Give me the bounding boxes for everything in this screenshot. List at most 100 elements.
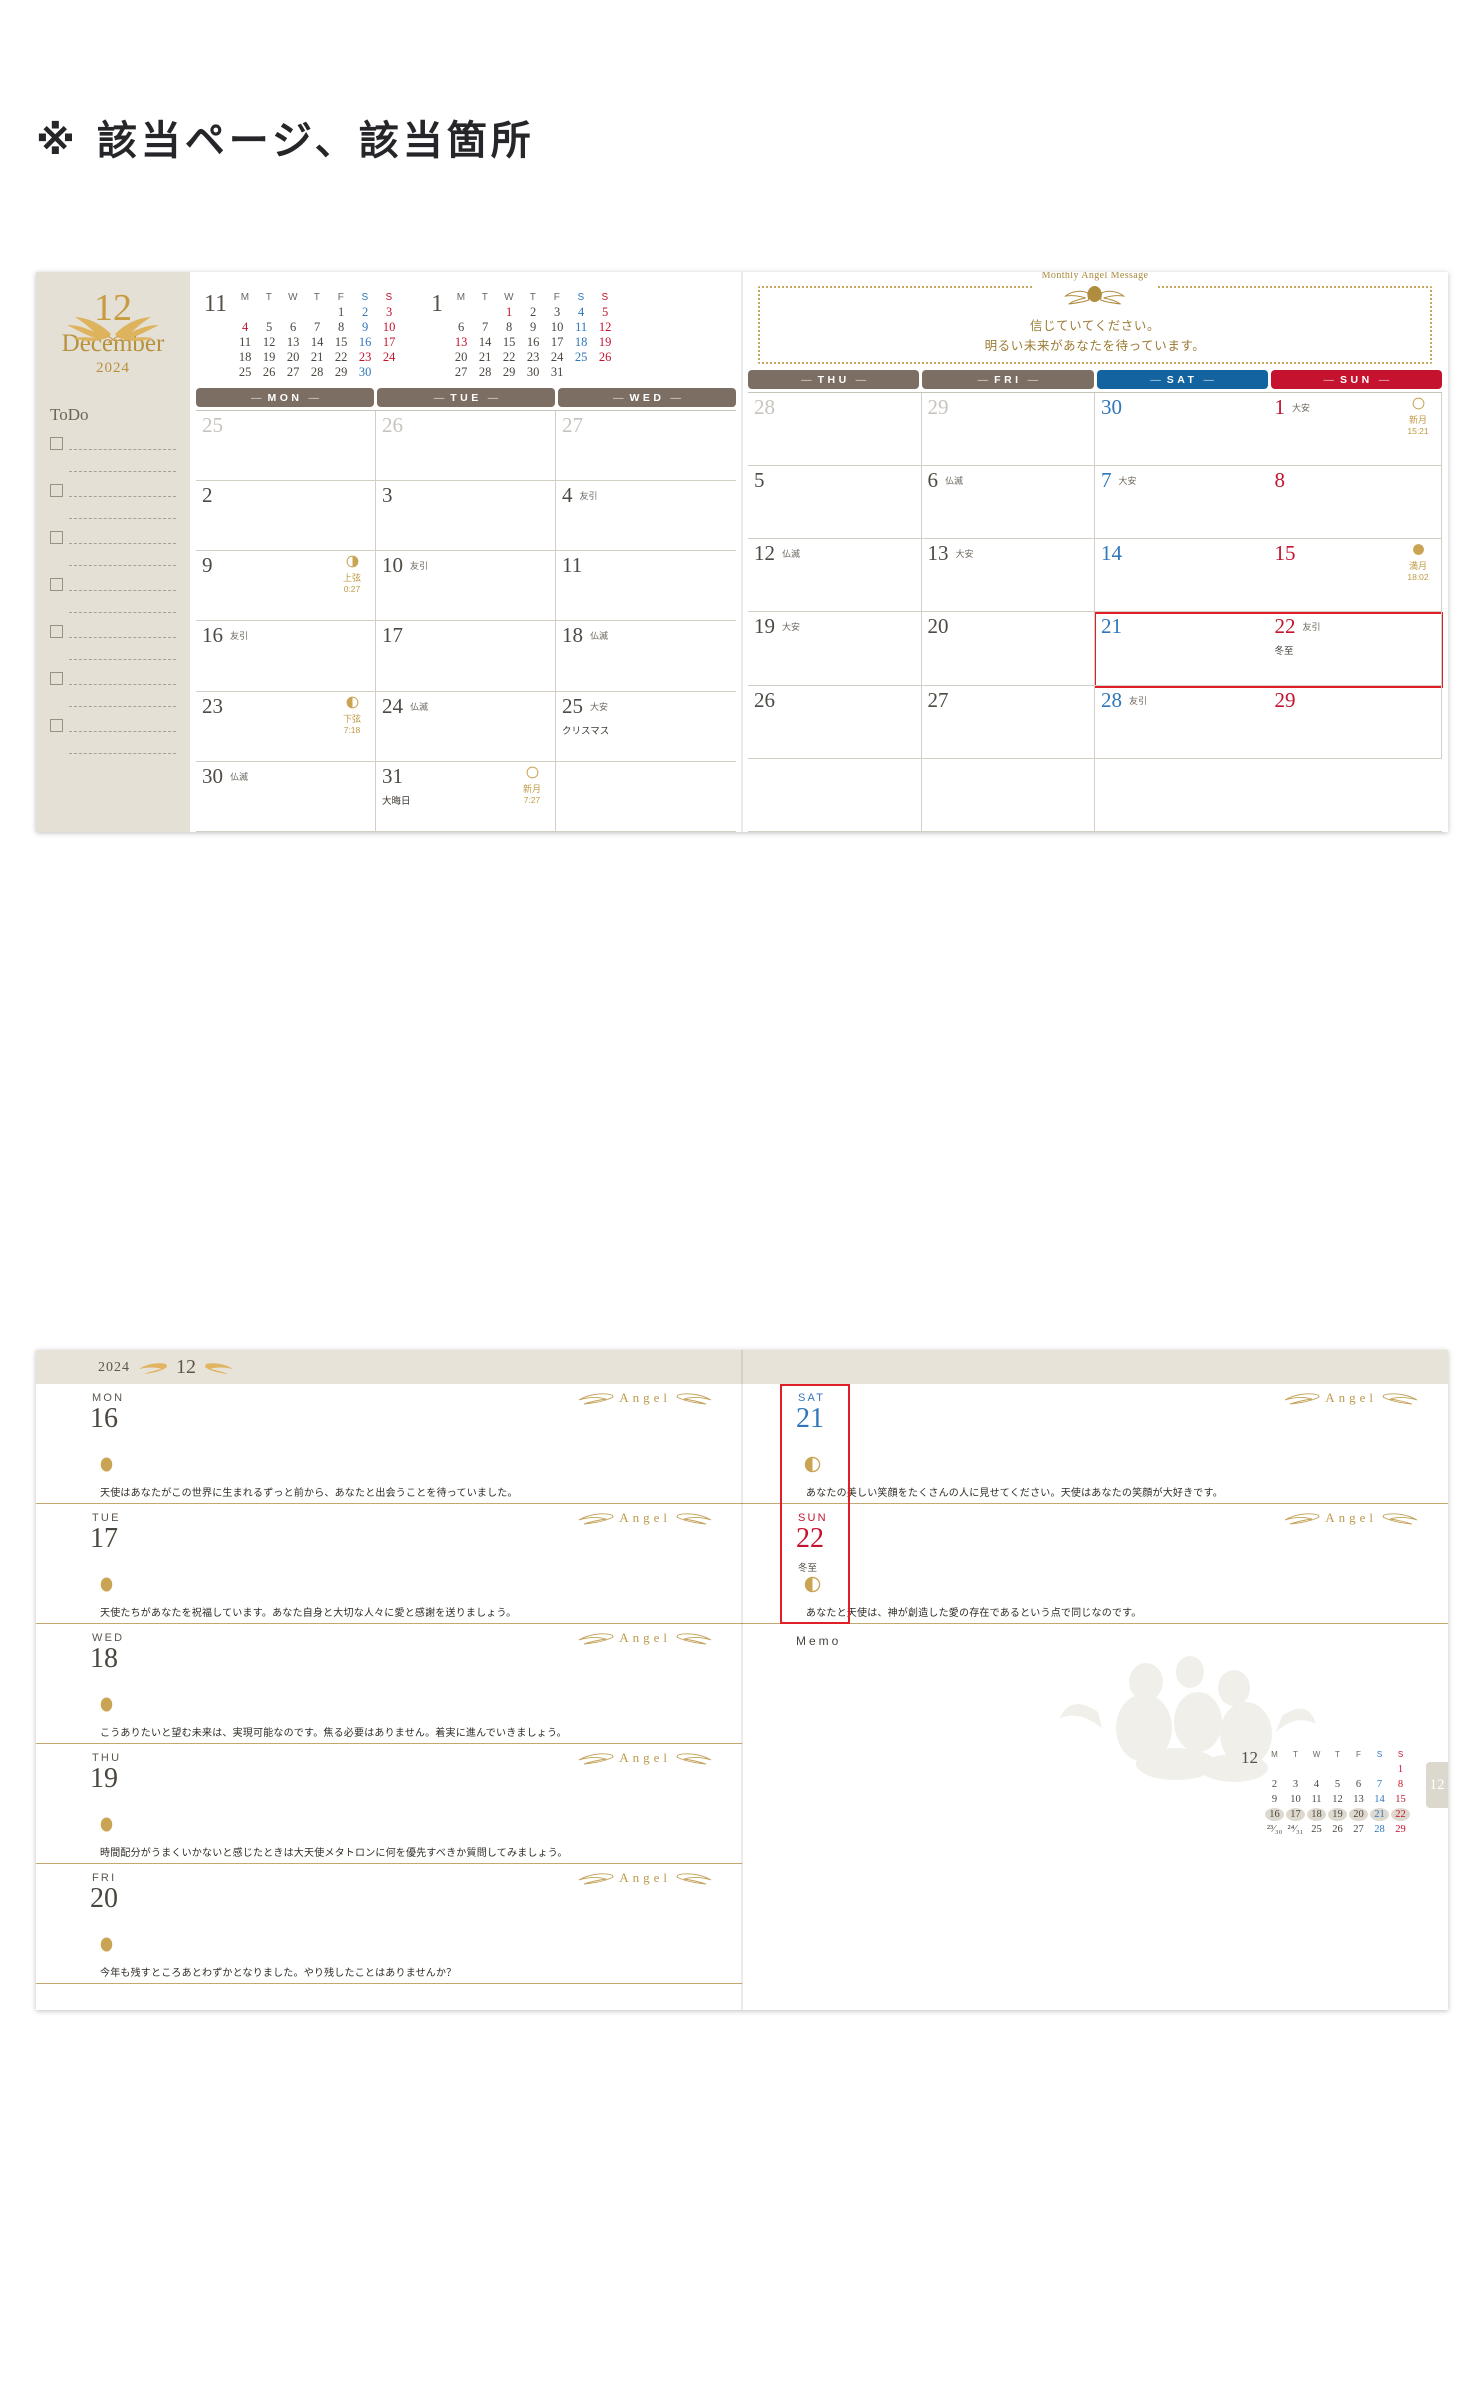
calendar-day-top[interactable]: 18 仏滅 bbox=[562, 625, 730, 647]
mini-day-9[interactable]: 9 bbox=[521, 320, 545, 335]
mini-day-18[interactable]: 18 bbox=[233, 350, 257, 365]
mini-day-14[interactable]: 14 bbox=[473, 335, 497, 350]
calendar-day-cell-empty[interactable] bbox=[556, 762, 736, 832]
mini-day-29[interactable]: 29 bbox=[497, 365, 521, 380]
calendar-day-top[interactable]: 11 bbox=[562, 555, 730, 577]
weekly-mini-day-15[interactable]: 15 bbox=[1391, 1793, 1410, 1806]
mini-day-12[interactable]: 12 bbox=[257, 335, 281, 350]
mini-calendar-month-label[interactable]: 1 bbox=[431, 290, 443, 316]
weekly-mini-day-28[interactable]: 28 bbox=[1370, 1823, 1389, 1836]
calendar-day-top[interactable]: 20 bbox=[928, 616, 1089, 638]
weekday-header-mon[interactable]: — MON — bbox=[196, 388, 374, 407]
mini-day-8[interactable]: 8 bbox=[329, 320, 353, 335]
calendar-day-top[interactable]: 6 仏滅 bbox=[928, 470, 1089, 492]
calendar-day-top[interactable]: 22 友引 bbox=[1275, 616, 1436, 638]
todo-checkbox[interactable] bbox=[50, 625, 63, 638]
calendar-day-top[interactable]: 30 bbox=[1101, 397, 1263, 419]
todo-item-continuation[interactable] bbox=[50, 650, 176, 660]
weekly-mini-day-17[interactable]: 17 bbox=[1286, 1808, 1305, 1821]
memo-section[interactable]: Memo 12 M T W T F S S 1 2 3 4 5 6 7 8 9 10 11 12 13 14 15 16 17 18… bbox=[742, 1624, 1448, 1846]
mini-day-26[interactable]: 26 bbox=[593, 350, 617, 365]
calendar-day-number[interactable]: 21 bbox=[1101, 614, 1122, 638]
calendar-day-number[interactable]: 10 bbox=[382, 553, 403, 577]
calendar-day-cell-21[interactable]: 21 bbox=[1095, 612, 1269, 686]
calendar-day-cell-18[interactable]: 18 仏滅 bbox=[556, 621, 736, 692]
mini-day-17[interactable]: 17 bbox=[377, 335, 401, 350]
weekly-mini-day-18[interactable]: 18 bbox=[1307, 1808, 1326, 1821]
calendar-day-cell-28[interactable]: 28 bbox=[748, 393, 922, 467]
angel-label[interactable]: Angel bbox=[1284, 1390, 1418, 1406]
weekly-mini-day-²⁴⁄₃₁[interactable]: ²⁴⁄₃₁ bbox=[1286, 1823, 1305, 1836]
calendar-day-cell-empty[interactable] bbox=[748, 758, 922, 832]
moon-phase-time[interactable]: 18:02 bbox=[1401, 572, 1435, 582]
rokuyo-label[interactable]: 友引 bbox=[410, 561, 428, 571]
mini-day-19[interactable]: 19 bbox=[257, 350, 281, 365]
todo-write-line[interactable] bbox=[69, 487, 176, 497]
mini-calendar-month-label[interactable]: 12 bbox=[1241, 1746, 1258, 1768]
weekly-mini-day-13[interactable]: 13 bbox=[1349, 1793, 1368, 1806]
calendar-day-number[interactable]: 14 bbox=[1101, 541, 1122, 565]
rokuyo-label[interactable]: 仏滅 bbox=[945, 476, 963, 486]
mini-day-11[interactable]: 11 bbox=[569, 320, 593, 335]
calendar-day-number[interactable]: 24 bbox=[382, 694, 403, 718]
calendar-day-top[interactable]: 27 bbox=[562, 415, 730, 437]
todo-item[interactable] bbox=[50, 484, 176, 497]
mini-day-7[interactable]: 7 bbox=[305, 320, 329, 335]
weekly-mini-day-9[interactable]: 9 bbox=[1265, 1793, 1284, 1806]
todo-checkbox[interactable] bbox=[50, 531, 63, 544]
moon-glyph[interactable] bbox=[335, 555, 369, 573]
weekly-mini-day-25[interactable]: 25 bbox=[1307, 1823, 1326, 1836]
todo-item-continuation[interactable] bbox=[50, 462, 176, 472]
weekday-header-tue[interactable]: — TUE — bbox=[377, 388, 555, 407]
weekly-mini-day-26[interactable]: 26 bbox=[1328, 1823, 1347, 1836]
weekly-mini-day-3[interactable]: 3 bbox=[1286, 1778, 1305, 1791]
moon-phase-time[interactable]: 0:27 bbox=[335, 584, 369, 594]
mini-day-16[interactable]: 16 bbox=[353, 335, 377, 350]
weekly-mini-day-8[interactable]: 8 bbox=[1391, 1778, 1410, 1791]
weekly-mini-day-14[interactable]: 14 bbox=[1370, 1793, 1389, 1806]
todo-item-continuation[interactable] bbox=[50, 603, 176, 613]
calendar-day-number[interactable]: 28 bbox=[754, 395, 775, 419]
calendar-day-cell-12[interactable]: 12 仏滅 bbox=[748, 539, 922, 613]
weekday-header-sat[interactable]: — SAT — bbox=[1096, 370, 1268, 389]
calendar-day-number[interactable]: 16 bbox=[202, 623, 223, 647]
calendar-day-top[interactable]: 13 大安 bbox=[928, 543, 1089, 565]
mini-day-15[interactable]: 15 bbox=[497, 335, 521, 350]
calendar-day-cell-empty[interactable] bbox=[1268, 759, 1442, 832]
calendar-day-top[interactable]: 14 bbox=[1101, 543, 1263, 565]
mini-day-3[interactable]: 3 bbox=[377, 305, 401, 320]
weekly-day-19[interactable]: THU 19 Angel 時間配分がうまくいかないと感じたときは大天使メタトロンに何を… bbox=[36, 1744, 742, 1864]
mini-day-13[interactable]: 13 bbox=[281, 335, 305, 350]
todo-checkbox[interactable] bbox=[50, 672, 63, 685]
calendar-day-cell-8[interactable]: 8 bbox=[1268, 466, 1442, 540]
mini-calendar-month-label[interactable]: 11 bbox=[204, 290, 227, 316]
mini-day-30[interactable]: 30 bbox=[521, 365, 545, 380]
calendar-day-number[interactable]: 8 bbox=[1275, 468, 1286, 492]
rokuyo-label[interactable]: 仏滅 bbox=[782, 549, 800, 559]
mini-day-31[interactable]: 31 bbox=[545, 365, 569, 380]
weekly-day-message[interactable]: 時間配分がうまくいかないと感じたときは大天使メタトロンに何を優先すべきか質問して… bbox=[100, 1844, 718, 1859]
mini-day-11[interactable]: 11 bbox=[233, 335, 257, 350]
calendar-day-cell-2[interactable]: 2 bbox=[196, 481, 376, 552]
weekly-day-message[interactable]: 今年も残すところあとわずかとなりました。やり残したことはありませんか？ bbox=[100, 1964, 718, 1979]
weekly-day-16[interactable]: MON 16 Angel 天使はあなたがこの世界に生まれるずっと前から、あなたと出会う… bbox=[36, 1384, 742, 1504]
todo-write-line[interactable] bbox=[69, 722, 176, 732]
mini-day-20[interactable]: 20 bbox=[449, 350, 473, 365]
todo-checkbox[interactable] bbox=[50, 484, 63, 497]
calendar-day-cell-25[interactable]: 25 大安 クリスマス bbox=[556, 692, 736, 762]
calendar-day-number[interactable]: 29 bbox=[928, 395, 949, 419]
calendar-day-cell-13[interactable]: 13 大安 bbox=[921, 539, 1095, 613]
todo-item-continuation[interactable] bbox=[50, 697, 176, 707]
mini-day-16[interactable]: 16 bbox=[521, 335, 545, 350]
todo-write-line[interactable] bbox=[69, 440, 176, 450]
calendar-day-cell-27[interactable]: 27 bbox=[556, 411, 736, 482]
todo-write-line[interactable] bbox=[69, 534, 176, 544]
mini-day-2[interactable]: 2 bbox=[353, 305, 377, 320]
calendar-day-top[interactable]: 27 bbox=[928, 689, 1089, 712]
moon-glyph[interactable] bbox=[515, 766, 549, 784]
moon-phase-time[interactable]: 15:21 bbox=[1401, 426, 1435, 436]
todo-item-continuation[interactable] bbox=[50, 509, 176, 519]
moon-phase-name[interactable]: 新月 bbox=[515, 784, 549, 795]
todo-checkbox[interactable] bbox=[50, 719, 63, 732]
calendar-day-number[interactable]: 11 bbox=[562, 553, 582, 577]
